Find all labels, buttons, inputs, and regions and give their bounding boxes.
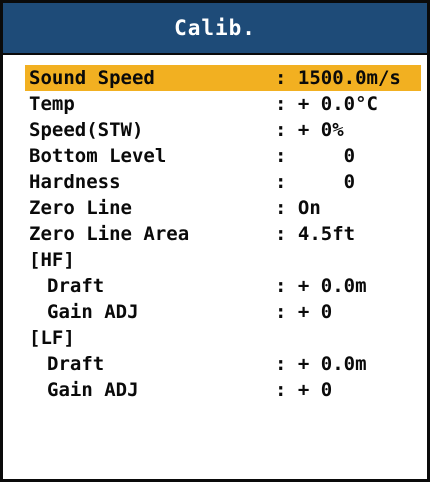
- menu-item-hf-draft[interactable]: Draft : + 0.0m: [25, 273, 421, 299]
- menu-item-label: Bottom Level: [29, 145, 167, 167]
- menu-item-hardness[interactable]: Hardness : 0: [25, 169, 421, 195]
- menu-item-value: : + 0.0m: [275, 275, 367, 297]
- menu-item-temp[interactable]: Temp : + 0.0°C: [25, 91, 421, 117]
- menu-item-value: : 1500.0m/s: [275, 67, 401, 89]
- menu-item-value: : 4.5ft: [275, 223, 356, 245]
- menu-item-value: : + 0%: [275, 119, 344, 141]
- calibration-menu-list: Sound Speed : 1500.0m/s Temp : + 0.0°C S…: [25, 65, 421, 403]
- menu-item-value: : + 0: [275, 301, 333, 323]
- menu-item-value: : + 0.0m: [275, 353, 367, 375]
- section-header-lf: [LF]: [25, 325, 421, 351]
- menu-item-label: Hardness: [29, 171, 121, 193]
- section-header-label: [LF]: [29, 327, 75, 349]
- menu-item-label: Draft: [47, 353, 105, 375]
- menu-item-value: : On: [275, 197, 321, 219]
- menu-item-value: : + 0: [275, 379, 333, 401]
- menu-item-value: : 0: [275, 171, 356, 193]
- menu-item-value: : 0: [275, 145, 356, 167]
- menu-item-lf-gain-adj[interactable]: Gain ADJ : + 0: [25, 377, 421, 403]
- menu-item-label: Temp: [29, 93, 75, 115]
- menu-item-hf-gain-adj[interactable]: Gain ADJ : + 0: [25, 299, 421, 325]
- menu-item-label: Zero Line: [29, 197, 132, 219]
- title-bar: Calib.: [3, 3, 427, 55]
- section-header-hf: [HF]: [25, 247, 421, 273]
- menu-item-bottom-level[interactable]: Bottom Level : 0: [25, 143, 421, 169]
- menu-item-zero-line-area[interactable]: Zero Line Area : 4.5ft: [25, 221, 421, 247]
- menu-title: Calib.: [174, 16, 256, 40]
- menu-item-speed-stw[interactable]: Speed(STW) : + 0%: [25, 117, 421, 143]
- menu-item-sound-speed[interactable]: Sound Speed : 1500.0m/s: [25, 65, 421, 91]
- menu-item-label: Speed(STW): [29, 119, 144, 141]
- menu-item-label: Zero Line Area: [29, 223, 190, 245]
- menu-item-zero-line[interactable]: Zero Line : On: [25, 195, 421, 221]
- menu-item-value: : + 0.0°C: [275, 93, 378, 115]
- calibration-menu-window: Calib. Sound Speed : 1500.0m/s Temp : + …: [0, 0, 430, 482]
- menu-item-label: Draft: [47, 275, 105, 297]
- menu-item-label: Sound Speed: [29, 67, 155, 89]
- section-header-label: [HF]: [29, 249, 75, 271]
- menu-item-label: Gain ADJ: [47, 379, 139, 401]
- menu-item-label: Gain ADJ: [47, 301, 139, 323]
- menu-item-lf-draft[interactable]: Draft : + 0.0m: [25, 351, 421, 377]
